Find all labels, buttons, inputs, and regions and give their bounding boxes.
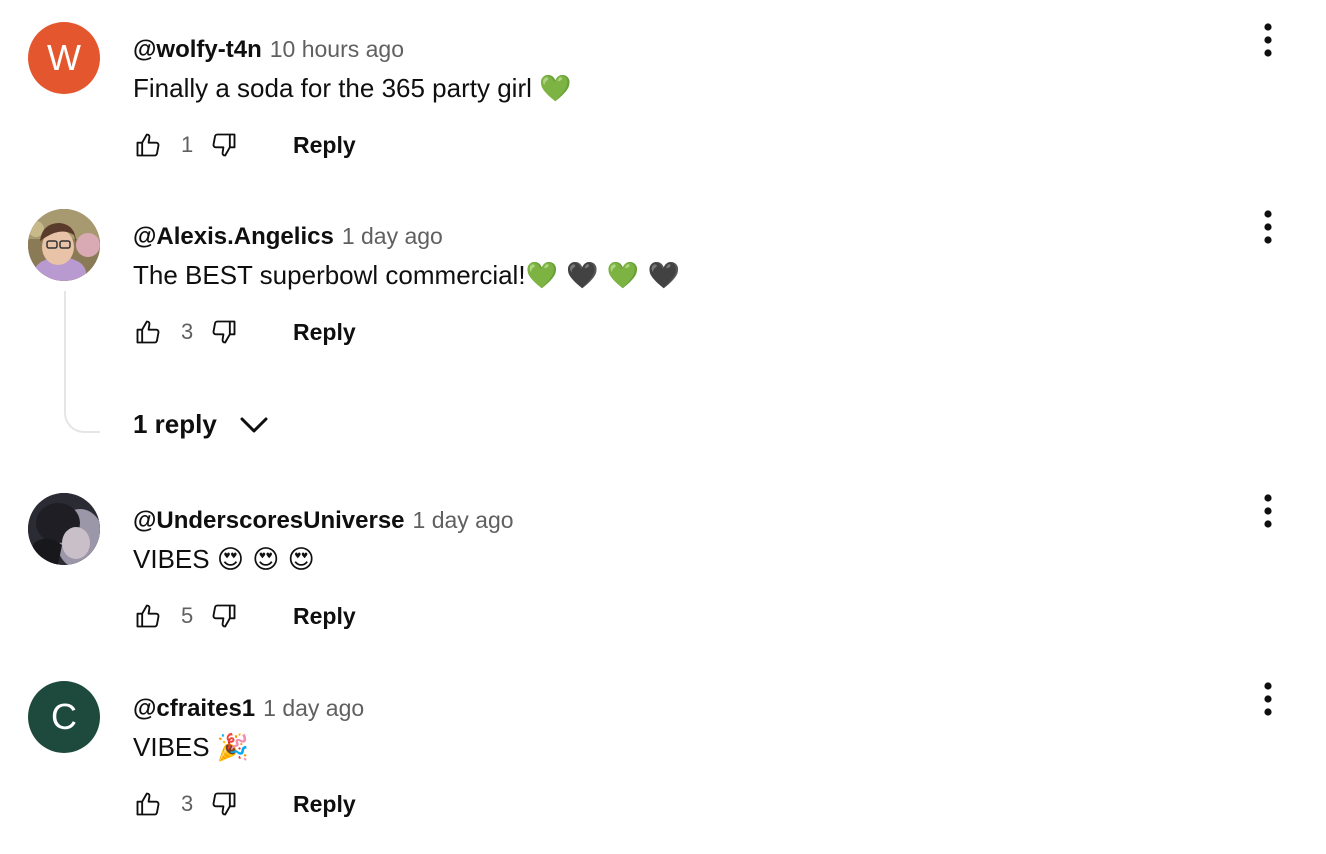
- comment-text: VIBES: [133, 732, 210, 762]
- comment-emoji: 😍 😍 😍: [216, 545, 315, 575]
- like-button[interactable]: [133, 601, 163, 631]
- comment-header: @Alexis.Angelics 1 day ago: [133, 221, 443, 255]
- comment-header: @UnderscoresUniverse 1 day ago: [133, 505, 514, 539]
- thread-line: [64, 291, 100, 433]
- like-count: 3: [181, 319, 194, 344]
- like-button[interactable]: [133, 130, 163, 160]
- thumbs-up-icon: [136, 133, 160, 157]
- like-button[interactable]: [133, 789, 163, 819]
- comment-text: Finally a soda for the 365 party girl: [133, 73, 532, 103]
- comment-actions: 3 Reply: [133, 312, 356, 352]
- comments-section: W @wolfy-t4n 10 hours ago Finally a soda …: [0, 0, 1326, 854]
- comment-text-line: VIBES 🎉: [133, 729, 249, 766]
- avatar[interactable]: W: [28, 22, 100, 94]
- reply-button[interactable]: Reply: [293, 132, 356, 159]
- avatar-photo: [28, 493, 100, 565]
- comment-emoji: 🎉: [216, 733, 250, 763]
- thumbs-down-icon: [212, 320, 236, 344]
- more-vert-icon: [1264, 23, 1272, 57]
- more-vert-icon: [1264, 682, 1272, 716]
- more-options-button[interactable]: [1250, 493, 1286, 529]
- avatar-letter: W: [47, 37, 81, 78]
- thumbs-up-icon: [136, 792, 160, 816]
- like-button[interactable]: [133, 317, 163, 347]
- reply-button[interactable]: Reply: [293, 603, 356, 630]
- more-vert-icon: [1264, 210, 1272, 244]
- reply-button[interactable]: Reply: [293, 791, 356, 818]
- view-replies-button[interactable]: 1 reply: [133, 409, 269, 440]
- comment-time[interactable]: 1 day ago: [263, 695, 364, 721]
- thumbs-down-icon: [212, 604, 236, 628]
- comment-author[interactable]: @cfraites1: [133, 695, 255, 722]
- more-options-button[interactable]: [1250, 22, 1286, 58]
- avatar-letter: C: [51, 696, 77, 737]
- more-options-button[interactable]: [1250, 681, 1286, 717]
- reply-button[interactable]: Reply: [293, 319, 356, 346]
- comment-author[interactable]: @UnderscoresUniverse: [133, 507, 405, 534]
- comment-header: @cfraites1 1 day ago: [133, 693, 364, 727]
- comment-text-line: Finally a soda for the 365 party girl 💚: [133, 70, 571, 107]
- like-count: 1: [181, 132, 194, 157]
- more-vert-icon: [1264, 494, 1272, 528]
- like-count: 5: [181, 603, 194, 628]
- comment-emoji: 💚 🖤 💚 🖤: [525, 261, 680, 291]
- comment-author[interactable]: @Alexis.Angelics: [133, 223, 334, 250]
- comment-header: @wolfy-t4n 10 hours ago: [133, 34, 404, 68]
- comment-text-line: The BEST superbowl commercial!💚 🖤 💚 🖤: [133, 257, 680, 294]
- thumbs-up-icon: [136, 604, 160, 628]
- dislike-button[interactable]: [209, 601, 239, 631]
- avatar-photo: [28, 209, 100, 281]
- comment-actions: 3 Reply: [133, 784, 356, 824]
- dislike-button[interactable]: [209, 789, 239, 819]
- comment-time[interactable]: 1 day ago: [342, 223, 443, 249]
- comment-time[interactable]: 1 day ago: [413, 507, 514, 533]
- replies-count-label: 1 reply: [133, 409, 217, 439]
- thumbs-up-icon: [136, 320, 160, 344]
- dislike-button[interactable]: [209, 130, 239, 160]
- avatar[interactable]: C: [28, 681, 100, 753]
- avatar[interactable]: [28, 493, 100, 565]
- comment-time[interactable]: 10 hours ago: [270, 36, 404, 62]
- comment-actions: 1 Reply: [133, 125, 356, 165]
- comment-text-line: VIBES 😍 😍 😍: [133, 541, 315, 578]
- thumbs-down-icon: [212, 792, 236, 816]
- comment-text: VIBES: [133, 544, 210, 574]
- thumbs-down-icon: [212, 133, 236, 157]
- like-count: 3: [181, 791, 194, 816]
- comment-text: The BEST superbowl commercial!: [133, 260, 526, 290]
- chevron-down-icon: [239, 415, 269, 435]
- comment-author[interactable]: @wolfy-t4n: [133, 36, 262, 63]
- more-options-button[interactable]: [1250, 209, 1286, 245]
- comment-emoji: 💚: [539, 74, 572, 104]
- avatar[interactable]: [28, 209, 100, 281]
- dislike-button[interactable]: [209, 317, 239, 347]
- comment-actions: 5 Reply: [133, 596, 356, 636]
